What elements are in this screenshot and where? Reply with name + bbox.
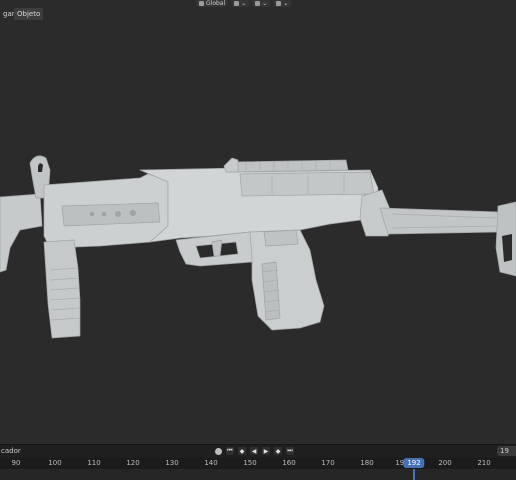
pivot-icon (234, 1, 240, 6)
frame-tick: 130 (165, 459, 179, 467)
jump-end-icon[interactable]: ⏭ (286, 447, 294, 455)
menu-objeto[interactable]: Objeto (14, 8, 44, 20)
frame-tick: 100 (48, 459, 62, 467)
top-rail (231, 159, 349, 173)
timeline-header: cador ⏮ ◆ ◀ ▶ ◆ ⏭ 19 (0, 444, 516, 458)
vent-hole (101, 211, 107, 217)
stock-arm (379, 207, 507, 235)
frame-tick: 120 (126, 459, 140, 467)
vent-hole (115, 211, 121, 217)
timeline-ruler[interactable]: 90 100 110 120 130 140 150 160 170 180 1… (0, 458, 516, 469)
frame-tick: 150 (243, 459, 257, 467)
frame-tick: 180 (360, 459, 374, 467)
playback-controls: ⏮ ◆ ◀ ▶ ◆ ⏭ (215, 447, 294, 455)
marker-label[interactable]: cador (1, 447, 21, 456)
proportional-edit-toggle[interactable]: ⌄ (273, 0, 292, 7)
frame-tick: 140 (204, 459, 218, 467)
frame-tick: 200 (438, 459, 452, 467)
stock-left (0, 193, 43, 273)
proportional-edit-icon (276, 1, 282, 6)
snap-icon (255, 1, 261, 6)
current-frame-field[interactable]: 19 (497, 446, 516, 456)
frame-tick: 160 (282, 459, 296, 467)
vent-hole (89, 211, 95, 217)
frame-tick: 210 (477, 459, 491, 467)
rear-sight (223, 157, 239, 173)
playhead-frame[interactable]: 192 (403, 458, 425, 468)
timeline-body[interactable] (0, 469, 516, 480)
play-icon[interactable]: ▶ (262, 447, 270, 455)
vent-hole (130, 210, 136, 216)
frame-tick: 110 (87, 459, 101, 467)
transform-orientation-dropdown[interactable]: Global (196, 0, 229, 7)
prev-keyframe-icon[interactable]: ◆ (238, 447, 246, 455)
snap-toggle[interactable]: ⌄ (252, 0, 271, 7)
orientation-label: Global (206, 0, 226, 7)
weapon-model[interactable] (0, 155, 516, 339)
pivot-dropdown[interactable]: ⌄ (231, 0, 250, 7)
transform-orientation-icon (199, 1, 204, 6)
record-icon[interactable] (215, 447, 222, 455)
trigger (211, 239, 223, 257)
viewport-header: gar Objeto Global ⌄ ⌄ ⌄ (0, 0, 516, 22)
frame-tick: 170 (321, 459, 335, 467)
jump-start-icon[interactable]: ⏮ (226, 447, 234, 455)
next-keyframe-icon[interactable]: ◆ (274, 447, 282, 455)
viewport-tools: Global ⌄ ⌄ ⌄ (196, 0, 292, 8)
playhead-line[interactable] (413, 469, 415, 480)
play-reverse-icon[interactable]: ◀ (250, 447, 258, 455)
3d-viewport[interactable] (0, 22, 516, 444)
frame-tick: 90 (11, 459, 21, 467)
